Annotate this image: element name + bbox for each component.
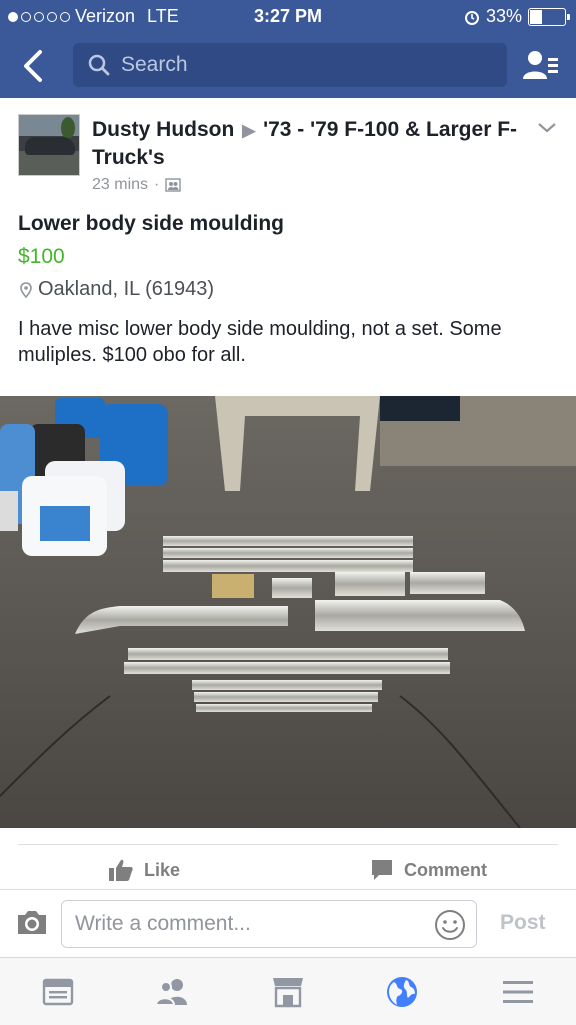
like-button[interactable]: Like	[108, 858, 180, 882]
comment-label: Comment	[404, 859, 488, 880]
listing-location: Oakland, IL (61943)	[20, 278, 214, 301]
thumbs-up-icon	[109, 859, 133, 881]
photo-moulding-pieces	[0, 396, 576, 828]
friend-requests-icon[interactable]	[520, 46, 560, 86]
arrow-right-icon: ▶	[242, 121, 256, 140]
location-text: Oakland, IL (61943)	[38, 278, 215, 300]
status-bar: Verizon LTE 3:27 PM 33%	[0, 0, 576, 32]
comment-input[interactable]: Write a comment...	[61, 900, 477, 948]
search-placeholder: Search	[121, 53, 188, 76]
listing-title: Lower body side moulding	[18, 212, 285, 235]
menu-icon[interactable]	[500, 974, 536, 1010]
sticker-smiley-icon[interactable]	[434, 909, 466, 941]
friends-icon[interactable]	[154, 974, 190, 1010]
battery-percent: 33%	[485, 6, 522, 26]
post-header: Dusty Hudson ▶ '73 - '79 F-100 & Larger …	[18, 114, 558, 200]
location-pin-icon	[20, 281, 32, 298]
comment-icon	[372, 860, 392, 880]
search-input[interactable]: Search	[73, 43, 507, 87]
like-label: Like	[144, 859, 181, 880]
post-actions: Like Comment	[0, 858, 576, 890]
group-audience-icon	[165, 178, 182, 192]
marketplace-icon[interactable]	[270, 974, 306, 1010]
comment-placeholder: Write a comment...	[75, 912, 251, 935]
search-icon	[88, 54, 110, 76]
comment-button[interactable]: Comment	[370, 858, 487, 882]
post-description: I have misc lower body side moulding, no…	[18, 318, 502, 366]
comment-composer: Write a comment... Post	[0, 889, 576, 957]
notifications-globe-icon[interactable]	[384, 974, 420, 1010]
post-comment-button[interactable]: Post	[500, 911, 546, 935]
alarm-icon	[464, 10, 479, 25]
chevron-left-icon[interactable]	[18, 46, 48, 86]
listing-photo[interactable]	[0, 396, 576, 828]
meta-separator: ·	[154, 176, 160, 193]
navigation-bar: Search	[0, 38, 576, 94]
post-meta: 23 mins ·	[92, 176, 182, 194]
chevron-down-icon[interactable]	[536, 120, 558, 136]
battery-icon	[528, 7, 570, 26]
avatar[interactable]	[18, 114, 80, 176]
post-time[interactable]: 23 mins	[92, 176, 148, 194]
listing-price: $100	[18, 245, 65, 268]
author-name[interactable]: Dusty Hudson	[92, 118, 234, 141]
post-byline: Dusty Hudson ▶ '73 - '79 F-100 & Larger …	[92, 116, 532, 171]
bottom-tab-bar	[0, 957, 576, 1025]
news-feed-icon[interactable]	[40, 974, 76, 1010]
divider	[18, 844, 558, 845]
camera-icon[interactable]	[16, 908, 48, 936]
top-bar: Verizon LTE 3:27 PM 33% Search	[0, 0, 576, 98]
